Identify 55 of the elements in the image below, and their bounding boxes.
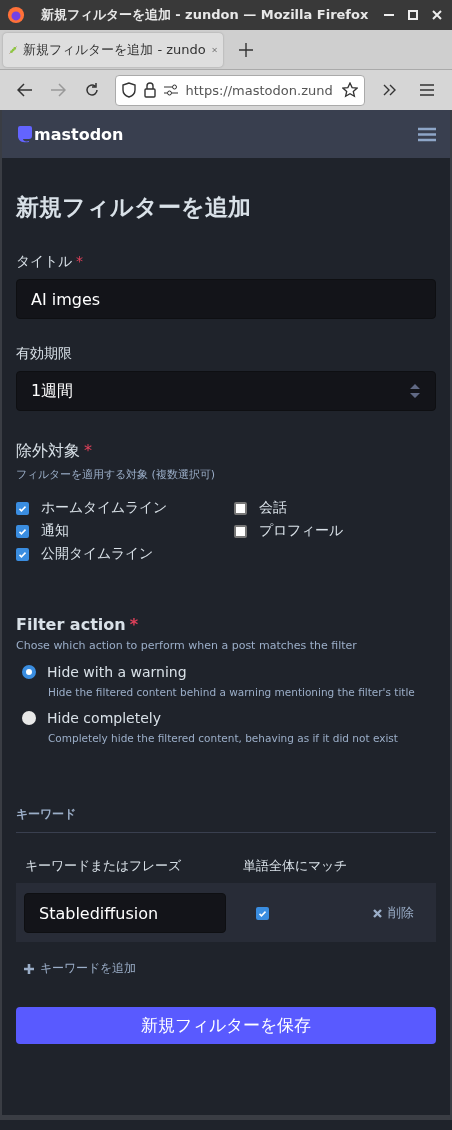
page-heading: 新規フィルターを追加 [16,193,252,222]
checkbox-label[interactable]: 会話 [259,499,287,517]
window-title: 新規フィルターを追加 - zundon — Mozilla Firefox [39,6,370,24]
shield-icon [121,82,136,98]
maximize-icon[interactable] [408,10,418,20]
menu-icon[interactable] [420,84,435,96]
radio-label[interactable]: Hide with a warning [47,664,187,680]
star-icon[interactable] [342,82,358,98]
title-input[interactable]: AI imges [16,279,436,319]
reload-icon[interactable] [83,82,100,98]
field-label: タイトル * [16,253,84,271]
section-title: キーワード [16,806,436,833]
column-header: 単語全体にマッチ [243,857,348,875]
radio-button[interactable] [22,665,36,679]
field-label: 除外対象 * [16,441,93,462]
checkbox-label[interactable]: プロフィール [259,522,343,540]
field-label: Filter action * [16,615,140,634]
radio-description: Hide the filtered content behind a warning mentioning the filter's title [48,686,416,698]
checkbox[interactable] [256,906,269,920]
column-header: キーワードまたはフレーズ [25,857,182,875]
radio-label[interactable]: Hide completely [47,710,161,726]
plus-icon[interactable] [239,42,253,57]
chevrons-icon[interactable] [382,84,397,96]
address-field[interactable]: https://mastodon.zund [114,74,365,106]
close-icon[interactable] [432,10,442,20]
site-logo-text[interactable]: mastodon [34,124,124,144]
browser-logo-icon [7,6,25,24]
checkbox-label[interactable]: ホームタイムライン [41,499,167,517]
expiry-select[interactable]: 1週間 [16,371,436,411]
plus-icon [24,963,34,974]
browser-tab[interactable]: 新規フィルターを追加 - zundo [3,32,223,67]
checkbox-label[interactable]: 公開タイムライン [41,545,153,563]
remove-button[interactable]: 削除 [373,904,414,922]
checkbox[interactable] [234,524,247,538]
radio-description: Completely hide the filtered content, behaving as if it did not exist [48,732,399,744]
add-keyword-link[interactable]: キーワードを追加 [24,960,136,977]
radio-button[interactable] [22,711,36,725]
lock-icon [143,82,156,98]
checkbox[interactable] [16,524,29,538]
cross-icon [373,908,382,918]
updown-icon [409,383,421,399]
field-label: 有効期限 [16,345,73,363]
checkbox[interactable] [16,501,29,515]
logo-icon [16,125,32,143]
url-text: https://mastodon.zund [185,82,334,98]
menu-icon[interactable] [418,126,436,142]
field-hint: フィルターを適用する対象 (複数選択可) [16,467,217,482]
sliders-icon[interactable] [163,84,178,96]
checkbox[interactable] [16,547,29,561]
field-hint: Chose which action to perform when a post matches the filter [16,639,358,652]
back-arrow-icon[interactable] [16,83,33,97]
keyword-input[interactable]: Stablediffusion [24,893,226,933]
checkbox-label[interactable]: 通知 [41,522,69,540]
save-button[interactable]: 新規フィルターを保存 [16,1006,436,1044]
checkbox[interactable] [234,501,247,515]
